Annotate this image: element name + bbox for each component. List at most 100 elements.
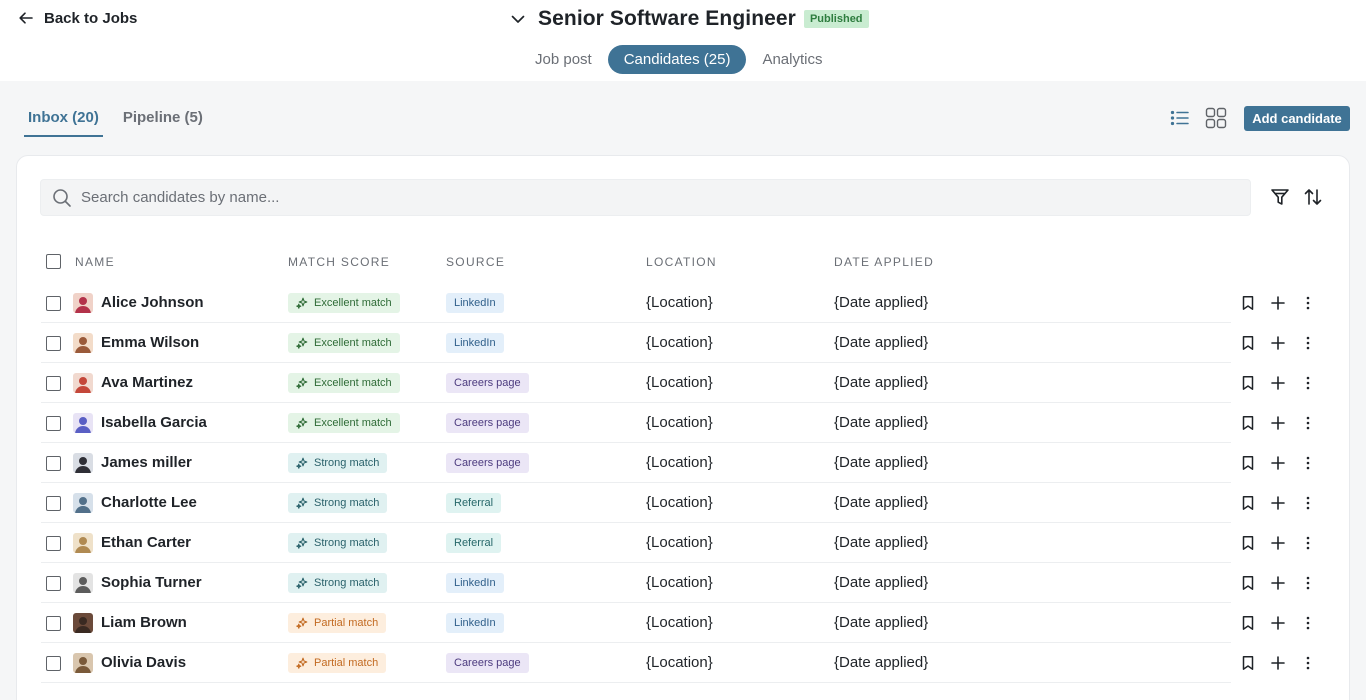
row-checkbox[interactable] <box>46 496 61 511</box>
candidate-name[interactable]: Sophia Turner <box>101 574 202 591</box>
bookmark-icon[interactable] <box>1240 295 1256 311</box>
avatar <box>73 413 93 433</box>
candidate-name[interactable]: Charlotte Lee <box>101 494 197 511</box>
plus-icon[interactable] <box>1270 295 1286 311</box>
plus-icon[interactable] <box>1270 375 1286 391</box>
select-all-checkbox[interactable] <box>46 254 61 269</box>
sparkle-icon <box>296 497 308 509</box>
table-row[interactable]: Alice Johnson Excellent match LinkedIn {Loc… <box>17 283 1351 323</box>
plus-icon[interactable] <box>1270 655 1286 671</box>
tab-analytics[interactable]: Analytics <box>746 45 838 74</box>
add-candidate-button[interactable]: Add candidate <box>1244 106 1350 131</box>
table-row[interactable]: Isabella Garcia Excellent match Careers pa… <box>17 403 1351 443</box>
column-header-location[interactable]: LOCATION <box>646 255 717 269</box>
table-row[interactable]: Emma Wilson Excellent match LinkedIn {Locat… <box>17 323 1351 363</box>
tab-candidates[interactable]: Candidates (25) <box>607 44 747 74</box>
avatar <box>73 653 93 673</box>
table-row[interactable]: Liam Brown Partial match LinkedIn {Location… <box>17 603 1351 643</box>
candidate-name[interactable]: Emma Wilson <box>101 334 199 351</box>
match-score-label: Partial match <box>314 657 379 669</box>
row-checkbox[interactable] <box>46 616 61 631</box>
bookmark-icon[interactable] <box>1240 615 1256 631</box>
candidate-name[interactable]: James miller <box>101 454 192 471</box>
avatar-image <box>73 293 93 313</box>
sort-icon[interactable] <box>1303 187 1323 207</box>
row-checkbox[interactable] <box>46 656 61 671</box>
source-badge: LinkedIn <box>446 573 504 593</box>
sparkle-icon <box>296 577 308 589</box>
candidate-date-applied: {Date applied} <box>834 654 929 671</box>
candidate-location: {Location} <box>646 654 713 671</box>
bookmark-icon[interactable] <box>1240 575 1256 591</box>
bookmark-icon[interactable] <box>1240 415 1256 431</box>
more-vertical-icon[interactable] <box>1300 575 1316 591</box>
list-view-icon[interactable] <box>1170 108 1190 128</box>
row-checkbox[interactable] <box>46 376 61 391</box>
match-score-label: Strong match <box>314 537 380 549</box>
candidate-location: {Location} <box>646 374 713 391</box>
back-to-jobs-link[interactable]: Back to Jobs <box>18 9 137 27</box>
match-score-badge: Excellent match <box>288 373 400 393</box>
more-vertical-icon[interactable] <box>1300 375 1316 391</box>
chevron-down-icon[interactable] <box>510 11 526 27</box>
plus-icon[interactable] <box>1270 495 1286 511</box>
table-row[interactable]: Ethan Carter Strong match Referral {Locatio… <box>17 523 1351 563</box>
plus-icon[interactable] <box>1270 575 1286 591</box>
plus-icon[interactable] <box>1270 455 1286 471</box>
table-row[interactable]: Olivia Davis Partial match Careers page {Lo… <box>17 643 1351 683</box>
bookmark-icon[interactable] <box>1240 495 1256 511</box>
more-vertical-icon[interactable] <box>1300 615 1316 631</box>
table-row[interactable]: Ava Martinez Excellent match Careers page {… <box>17 363 1351 403</box>
candidate-date-applied: {Date applied} <box>834 494 929 511</box>
candidate-name[interactable]: Ethan Carter <box>101 534 191 551</box>
top-bar: Back to Jobs Senior Software Engineer Pu… <box>0 0 1366 81</box>
more-vertical-icon[interactable] <box>1300 495 1316 511</box>
plus-icon[interactable] <box>1270 415 1286 431</box>
candidate-location: {Location} <box>646 414 713 431</box>
table-row[interactable]: Charlotte Lee Strong match Referral {Locati… <box>17 483 1351 523</box>
candidate-list: Alice Johnson Excellent match LinkedIn {Loc… <box>17 283 1351 683</box>
table-row[interactable]: James miller Strong match Careers page {Loc… <box>17 443 1351 483</box>
row-checkbox[interactable] <box>46 576 61 591</box>
match-score-badge: Strong match <box>288 453 388 473</box>
source-badge: LinkedIn <box>446 333 504 353</box>
row-checkbox[interactable] <box>46 336 61 351</box>
filter-icon[interactable] <box>1270 187 1290 207</box>
sparkle-icon <box>296 457 308 469</box>
source-badge: Careers page <box>446 453 529 473</box>
candidate-name[interactable]: Ava Martinez <box>101 374 193 391</box>
column-header-source[interactable]: SOURCE <box>446 255 505 269</box>
row-checkbox[interactable] <box>46 456 61 471</box>
bookmark-icon[interactable] <box>1240 375 1256 391</box>
column-header-name[interactable]: NAME <box>75 255 115 269</box>
more-vertical-icon[interactable] <box>1300 535 1316 551</box>
bookmark-icon[interactable] <box>1240 535 1256 551</box>
tab-pipeline[interactable]: Pipeline (5) <box>119 105 207 137</box>
candidate-name[interactable]: Olivia Davis <box>101 654 186 671</box>
tab-job-post[interactable]: Job post <box>519 45 608 74</box>
more-vertical-icon[interactable] <box>1300 455 1316 471</box>
candidate-name[interactable]: Isabella Garcia <box>101 414 207 431</box>
bookmark-icon[interactable] <box>1240 655 1256 671</box>
plus-icon[interactable] <box>1270 615 1286 631</box>
plus-icon[interactable] <box>1270 335 1286 351</box>
column-header-date-applied[interactable]: DATE APPLIED <box>834 255 934 269</box>
table-row[interactable]: Sophia Turner Strong match LinkedIn {Locati… <box>17 563 1351 603</box>
bookmark-icon[interactable] <box>1240 335 1256 351</box>
column-header-match-score[interactable]: MATCH SCORE <box>288 255 390 269</box>
page-title: Senior Software Engineer <box>538 7 796 30</box>
candidate-name[interactable]: Liam Brown <box>101 614 187 631</box>
more-vertical-icon[interactable] <box>1300 335 1316 351</box>
grid-view-icon[interactable] <box>1205 107 1227 129</box>
candidate-name[interactable]: Alice Johnson <box>101 294 204 311</box>
more-vertical-icon[interactable] <box>1300 415 1316 431</box>
search-input[interactable] <box>81 189 1181 206</box>
row-checkbox[interactable] <box>46 536 61 551</box>
plus-icon[interactable] <box>1270 535 1286 551</box>
more-vertical-icon[interactable] <box>1300 655 1316 671</box>
tab-inbox[interactable]: Inbox (20) <box>24 105 103 137</box>
more-vertical-icon[interactable] <box>1300 295 1316 311</box>
bookmark-icon[interactable] <box>1240 455 1256 471</box>
row-checkbox[interactable] <box>46 296 61 311</box>
row-checkbox[interactable] <box>46 416 61 431</box>
